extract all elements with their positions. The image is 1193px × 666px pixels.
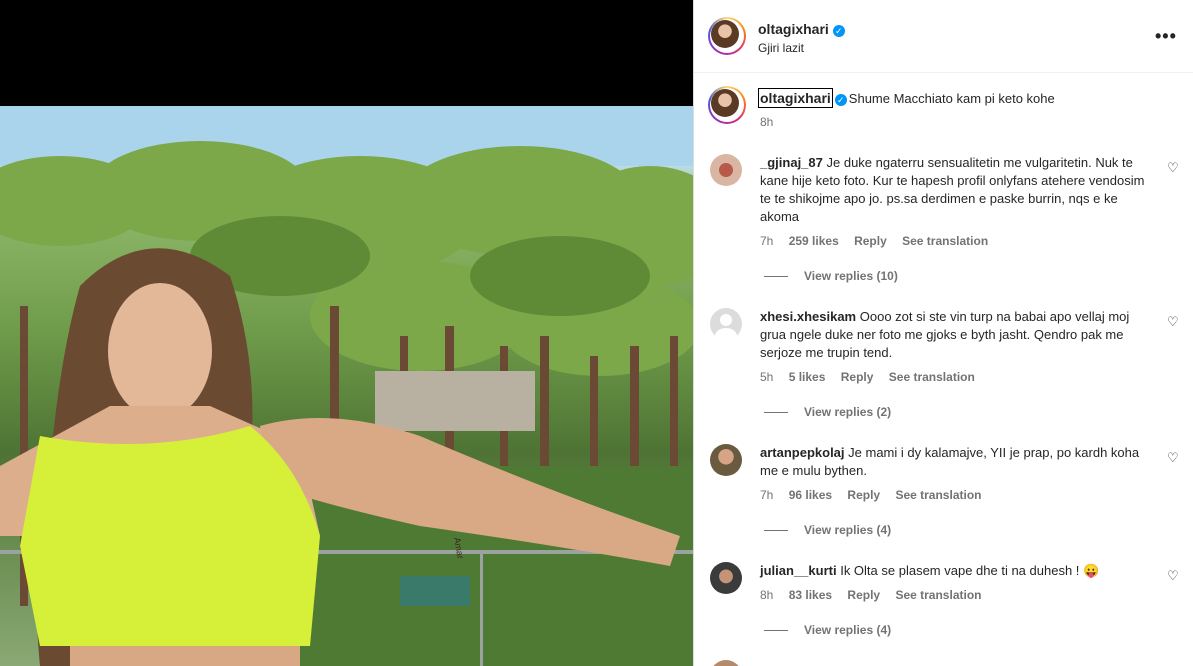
reply-button[interactable]: Reply xyxy=(854,234,887,248)
view-replies-label: View replies (10) xyxy=(804,269,898,283)
author-avatar[interactable] xyxy=(708,17,746,55)
post-side-panel: oltagixhari ✓ Gjiri lazit ••• oltagixhari… xyxy=(693,0,1193,666)
view-replies-button[interactable]: View replies (2) xyxy=(764,405,891,419)
comment-username[interactable]: _gjinaj_87 xyxy=(760,155,823,170)
caption-line: oltagixhari ✓ Shume Macchiato kam pi keto … xyxy=(758,88,1055,108)
replies-line xyxy=(764,412,788,414)
replies-line xyxy=(764,630,788,632)
comment-meta: 8h 83 likes Reply See translation xyxy=(760,588,993,602)
comment-time: 5h xyxy=(760,370,774,384)
photo-illustration: Amar xyxy=(0,106,693,666)
like-heart-icon[interactable]: ♡ xyxy=(1167,314,1179,330)
view-replies-label: View replies (4) xyxy=(804,523,892,537)
comment-username[interactable]: artanpepkolaj xyxy=(760,445,845,460)
commenter-avatar[interactable] xyxy=(710,562,742,594)
post-header: oltagixhari ✓ Gjiri lazit ••• xyxy=(694,0,1193,73)
reply-button[interactable]: Reply xyxy=(841,370,874,384)
comment-body: xhesi.xhesikam Oooo zot si ste vin turp … xyxy=(760,308,1154,362)
comment-time: 8h xyxy=(760,588,774,602)
replies-line xyxy=(764,530,788,532)
view-replies-button[interactable]: View replies (10) xyxy=(764,269,898,283)
comment-meta: 7h 96 likes Reply See translation xyxy=(760,488,993,502)
comment-username[interactable]: julian__kurti xyxy=(760,563,837,578)
caption-time: 8h xyxy=(760,115,774,129)
see-translation-button[interactable]: See translation xyxy=(895,488,981,502)
like-heart-icon[interactable]: ♡ xyxy=(1167,568,1179,584)
author-username-wrap: oltagixhari ✓ xyxy=(758,21,845,37)
comment-likes[interactable]: 259 likes xyxy=(789,234,839,248)
commenter-avatar[interactable] xyxy=(710,444,742,476)
verified-badge-icon: ✓ xyxy=(832,24,845,37)
comment-text: Ik Olta se plasem vape dhe ti na duhesh … xyxy=(840,563,1100,578)
caption-avatar[interactable] xyxy=(708,86,746,124)
comment-likes[interactable]: 5 likes xyxy=(789,370,826,384)
caption-text: Shume Macchiato kam pi keto kohe xyxy=(848,91,1055,106)
see-translation-button[interactable]: See translation xyxy=(889,370,975,384)
see-translation-button[interactable]: See translation xyxy=(902,234,988,248)
author-username[interactable]: oltagixhari xyxy=(758,21,829,37)
replies-line xyxy=(764,276,788,278)
post-media[interactable]: Amar xyxy=(0,0,693,666)
reply-button[interactable]: Reply xyxy=(847,588,880,602)
comment-meta: 5h 5 likes Reply See translation xyxy=(760,370,987,384)
comment-time: 7h xyxy=(760,234,774,248)
more-options-icon[interactable]: ••• xyxy=(1155,26,1177,47)
like-heart-icon[interactable]: ♡ xyxy=(1167,450,1179,466)
commenter-avatar[interactable] xyxy=(710,154,742,186)
next-commenter-avatar[interactable] xyxy=(710,660,742,666)
comment-time: 7h xyxy=(760,488,774,502)
reply-button[interactable]: Reply xyxy=(847,488,880,502)
caption-username[interactable]: oltagixhari xyxy=(758,88,833,108)
comment-username[interactable]: xhesi.xhesikam xyxy=(760,309,856,324)
view-replies-label: View replies (4) xyxy=(804,623,892,637)
comment-likes[interactable]: 96 likes xyxy=(789,488,832,502)
comment-likes[interactable]: 83 likes xyxy=(789,588,832,602)
see-translation-button[interactable]: See translation xyxy=(895,588,981,602)
comment-body: _gjinaj_87 Je duke ngaterru sensualiteti… xyxy=(760,154,1154,226)
view-replies-button[interactable]: View replies (4) xyxy=(764,523,891,537)
post-location[interactable]: Gjiri lazit xyxy=(758,41,804,55)
post-photo: Amar xyxy=(0,106,693,666)
comment-body: julian__kurti Ik Olta se plasem vape dhe… xyxy=(760,562,1154,580)
commenter-avatar-default[interactable] xyxy=(710,308,742,344)
view-replies-button[interactable]: View replies (4) xyxy=(764,623,891,637)
like-heart-icon[interactable]: ♡ xyxy=(1167,160,1179,176)
default-user-icon xyxy=(715,314,737,344)
comment-meta: 7h 259 likes Reply See translation xyxy=(760,234,1000,248)
caption-verified-icon: ✓ xyxy=(834,93,847,106)
view-replies-label: View replies (2) xyxy=(804,405,892,419)
comment-body: artanpepkolaj Je mami i dy kalamajve, YI… xyxy=(760,444,1154,480)
